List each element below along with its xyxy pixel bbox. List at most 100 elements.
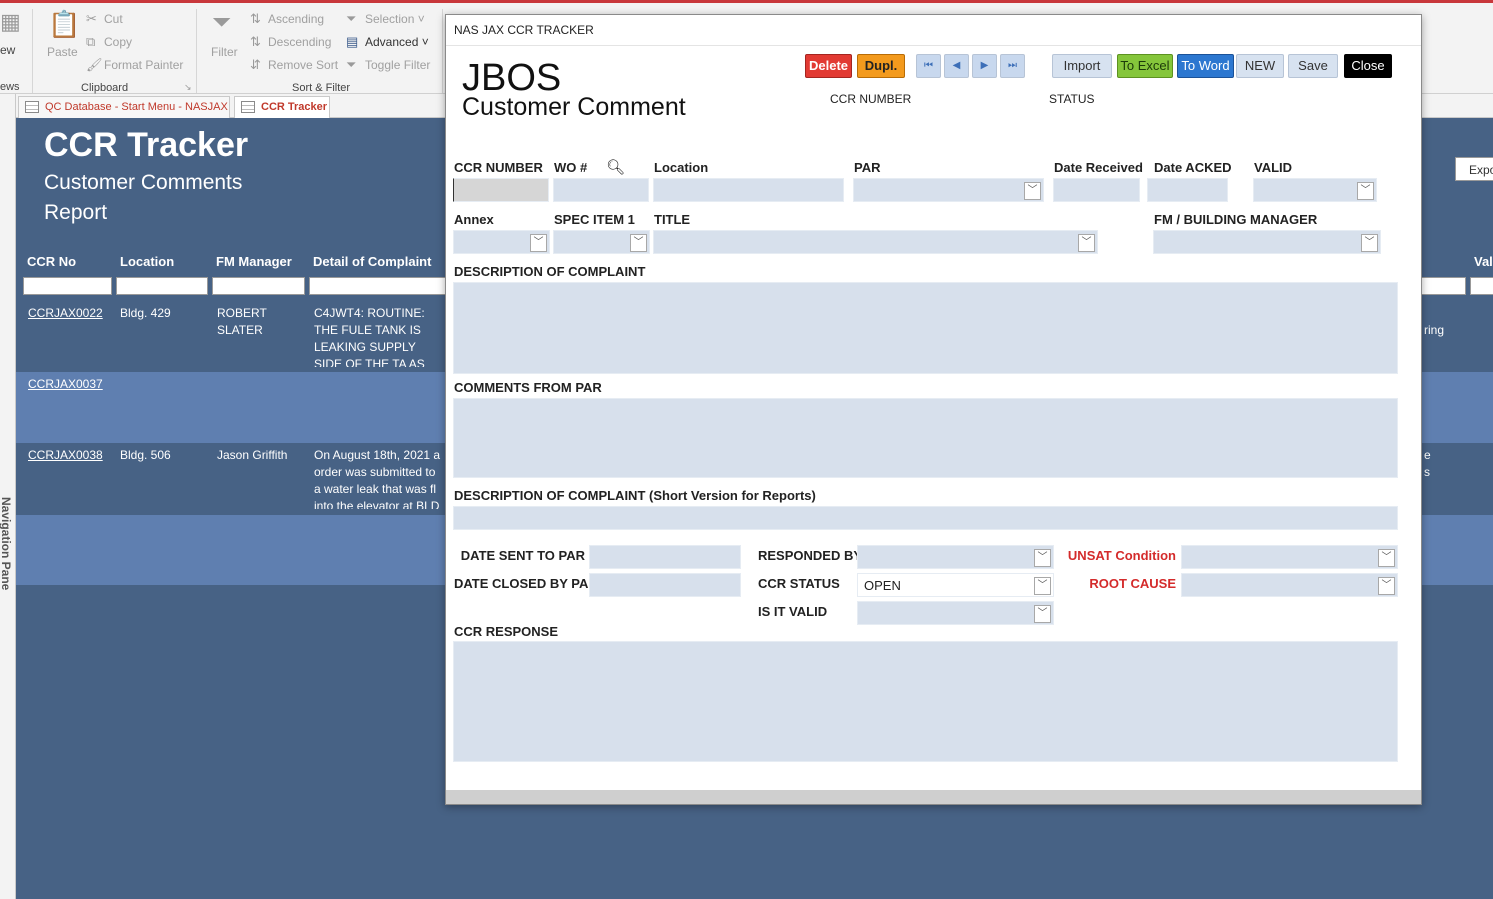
column-header-detail[interactable]: Detail of Complaint (313, 254, 431, 269)
ribbon-divider (442, 9, 443, 93)
ccr-response-label: CCR RESPONSE (454, 624, 559, 639)
fm-manager-select[interactable]: ﹀ (1153, 230, 1381, 254)
filter-button[interactable]: Filter (211, 45, 238, 59)
chevron-down-icon[interactable]: ﹀ (1357, 182, 1374, 200)
new-record-button[interactable]: NEW (1236, 54, 1284, 78)
tab-ccr-tracker[interactable]: CCR Tracker (234, 96, 330, 118)
is-valid-select[interactable]: ﹀ (857, 601, 1054, 625)
tab-label: QC Database - Start Menu - NASJAX (45, 101, 228, 113)
format-painter-button[interactable]: Format Painter (104, 58, 183, 72)
root-cause-select[interactable]: ﹀ (1181, 573, 1398, 597)
column-header-valid[interactable]: Val (1474, 254, 1493, 269)
ccr-link[interactable]: CCRJAX0022 (28, 305, 113, 322)
column-header-location[interactable]: Location (120, 254, 174, 269)
filter-location[interactable] (116, 277, 208, 295)
ccr-status-label: CCR STATUS (758, 576, 840, 591)
to-excel-button[interactable]: To Excel (1117, 54, 1173, 78)
description-textarea[interactable] (453, 282, 1398, 374)
chevron-down-icon[interactable]: ﹀ (1361, 234, 1378, 252)
filter-detail[interactable] (309, 277, 449, 295)
wo-field[interactable] (553, 178, 649, 202)
export-button[interactable]: Expo (1455, 157, 1493, 181)
close-button[interactable]: Close (1344, 54, 1392, 78)
detail-cell: On August 18th, 2021 a order was submitt… (314, 448, 441, 509)
to-word-button[interactable]: To Word (1177, 54, 1234, 78)
last-record-icon[interactable]: ⏭ (1000, 54, 1025, 78)
ccr-link[interactable]: CCRJAX0038 (28, 447, 113, 464)
view-icon[interactable]: ▦ (0, 9, 21, 35)
filter-icon[interactable]: ⏷ (212, 9, 231, 37)
detail-cell: C4JWT4: ROUTINE: THE FULE TANK IS LEAKIN… (314, 306, 425, 367)
valid-label: VALID (1254, 160, 1293, 175)
wo-label: WO # (554, 160, 588, 175)
chevron-down-icon[interactable]: ﹀ (1034, 549, 1051, 567)
remove-sort-button[interactable]: Remove Sort (268, 58, 338, 72)
location-field[interactable] (653, 178, 844, 202)
tab-start-menu[interactable]: QC Database - Start Menu - NASJAX (18, 96, 230, 118)
location-cell: Bldg. 506 (120, 448, 171, 462)
ccr-status-select[interactable]: OPEN ﹀ (857, 573, 1054, 597)
ascending-button[interactable]: Ascending (268, 12, 324, 26)
view-button-label[interactable]: ew (0, 43, 15, 57)
next-record-icon[interactable]: ▶ (972, 54, 997, 78)
toggle-filter-icon: ⏷ (346, 57, 357, 72)
ccr-response-textarea[interactable] (453, 641, 1398, 762)
root-cause-label: ROOT CAUSE (1089, 576, 1176, 591)
paste-button[interactable]: Paste (47, 45, 78, 59)
sort-descending-icon: ⇅ (250, 34, 261, 49)
date-received-field[interactable] (1053, 178, 1140, 202)
valid-select[interactable]: ﹀ (1253, 178, 1377, 202)
filter-valid[interactable] (1470, 277, 1493, 295)
is-valid-label: IS IT VALID (758, 604, 828, 619)
date-closed-field[interactable] (589, 573, 741, 597)
annex-label: Annex (454, 212, 494, 227)
save-button[interactable]: Save (1288, 54, 1338, 78)
filter-fm-manager[interactable] (212, 277, 305, 295)
chevron-down-icon[interactable]: ﹀ (530, 234, 547, 252)
navigation-pane-label[interactable]: Navigation Pane (0, 497, 13, 597)
dialog-launcher-icon[interactable]: ↘ (184, 82, 192, 93)
chevron-down-icon[interactable]: ﹀ (630, 234, 647, 252)
filter-other[interactable] (1418, 277, 1466, 295)
chevron-down-icon[interactable]: ﹀ (1024, 182, 1041, 200)
first-record-icon[interactable]: ⏮ (916, 54, 941, 78)
advanced-button[interactable]: Advanced ˅ (365, 35, 429, 49)
comments-textarea[interactable] (453, 398, 1398, 478)
date-acked-field[interactable] (1147, 178, 1228, 202)
title-select[interactable]: ﹀ (653, 230, 1098, 254)
tab-label: CCR Tracker (261, 101, 328, 113)
chevron-down-icon[interactable]: ﹀ (1378, 577, 1395, 595)
descending-button[interactable]: Descending (268, 35, 331, 49)
filter-ccr-no[interactable] (23, 277, 112, 295)
import-button[interactable]: Import (1052, 54, 1112, 78)
delete-button[interactable]: Delete (805, 54, 852, 78)
ccr-number-field[interactable] (453, 178, 549, 202)
chevron-down-icon[interactable]: ﹀ (1378, 549, 1395, 567)
unsat-condition-select[interactable]: ﹀ (1181, 545, 1398, 569)
location-label: Location (654, 160, 709, 175)
annex-select[interactable]: ﹀ (453, 230, 550, 254)
title-label: TITLE (654, 212, 691, 227)
responded-by-select[interactable]: ﹀ (857, 545, 1054, 569)
column-header-fm-manager[interactable]: FM Manager (216, 254, 292, 269)
date-acked-label: Date ACKED (1154, 160, 1232, 175)
paste-icon[interactable]: 📋 (48, 9, 80, 40)
column-header-ccr-no[interactable]: CCR No (27, 254, 76, 269)
ccr-link[interactable]: CCRJAX0037 (28, 376, 113, 393)
cut-button[interactable]: Cut (104, 12, 123, 26)
chevron-down-icon[interactable]: ﹀ (1034, 605, 1051, 623)
dialog-scrollbar[interactable] (446, 790, 1421, 804)
previous-record-icon[interactable]: ◀ (944, 54, 969, 78)
spec-item-select[interactable]: ﹀ (553, 230, 650, 254)
chevron-down-icon[interactable]: ﹀ (1034, 577, 1051, 595)
par-select[interactable]: ﹀ (853, 178, 1044, 202)
toggle-filter-button[interactable]: Toggle Filter (365, 58, 430, 72)
copy-button[interactable]: Copy (104, 35, 132, 49)
short-description-field[interactable] (453, 506, 1398, 530)
chevron-down-icon[interactable]: ﹀ (1078, 234, 1095, 252)
search-icon[interactable]: 🔍︎ (606, 158, 625, 176)
duplicate-button[interactable]: Dupl. (857, 54, 905, 78)
advanced-filter-icon: ▤ (346, 34, 359, 49)
date-sent-field[interactable] (589, 545, 741, 569)
selection-button[interactable]: Selection ˅ (365, 12, 425, 26)
